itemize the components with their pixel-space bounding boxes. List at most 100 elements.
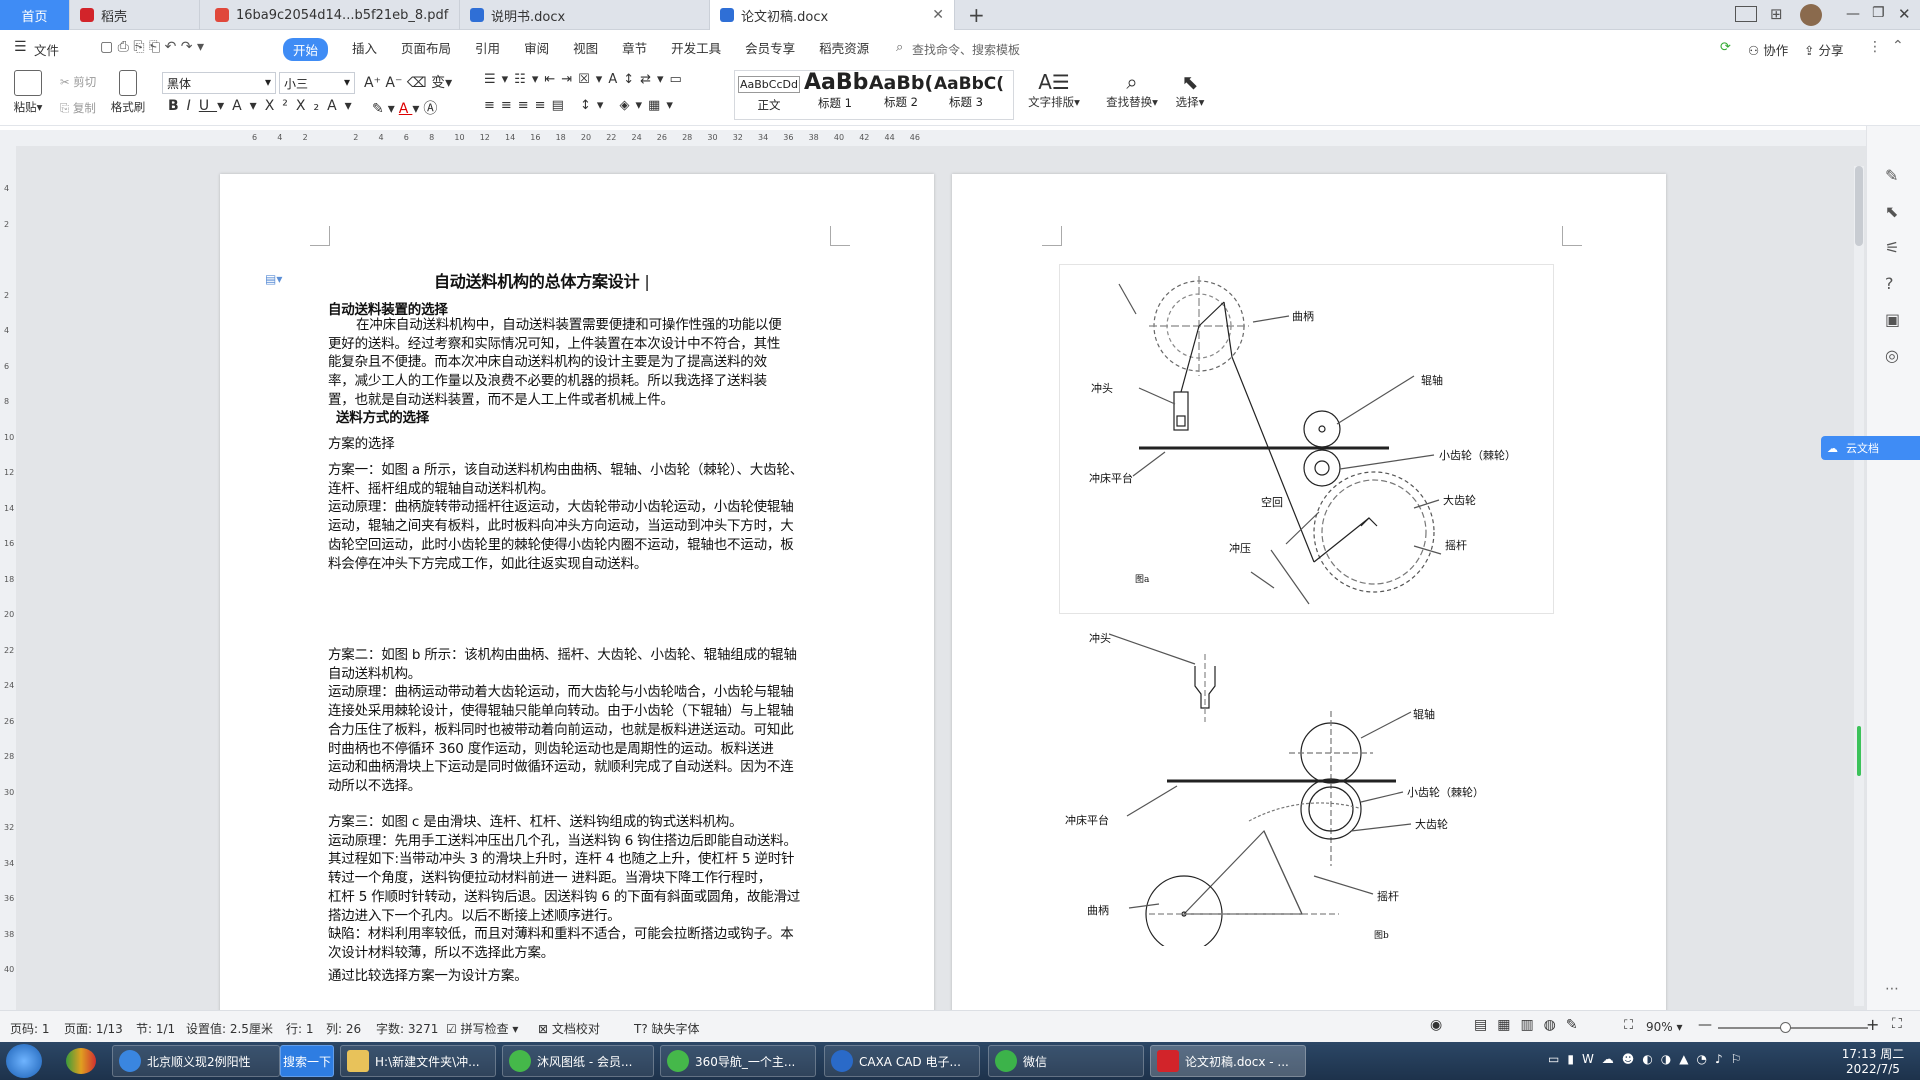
select-button[interactable]: ⬉ 选择▾ [1172, 70, 1208, 110]
grid-apps-icon[interactable]: ⊞ [1770, 5, 1783, 23]
style-h2[interactable]: AaBb( 标题 2 [868, 70, 934, 120]
taskbar-search-button[interactable]: 搜索一下 [280, 1045, 334, 1077]
paragraph-align-icons[interactable]: ≡≡≡≡▤ ↕▾ ◈▾▦▾ [484, 98, 679, 113]
vertical-ruler[interactable]: 4 2 2 4 6 8 10 12 14 16 18 20 22 24 26 28 30 32 34 36 38 40 [0, 146, 16, 1010]
collab-button[interactable]: ⚇ 协作 [1748, 40, 1788, 59]
vertical-scrollbar[interactable] [1854, 166, 1864, 1006]
new-tab-icon[interactable]: + [968, 3, 985, 27]
taskbar-caxa[interactable]: CAXA CAD 电子... [824, 1045, 980, 1077]
taskbar-mufeng[interactable]: 沐风图纸 - 会员... [502, 1045, 654, 1077]
document-workspace[interactable]: ▤▾ 自动送料机构的总体方案设计 | 自动送料装置的选择 在冲床自动送料机构中，自… [16, 146, 1866, 1010]
eye-protect-icon[interactable]: ◉ [1430, 1017, 1442, 1033]
minimize-icon[interactable]: — [1846, 6, 1860, 22]
help-icon[interactable]: ? [1885, 274, 1894, 293]
tab-member[interactable]: 会员专享 [745, 38, 795, 61]
image-icon[interactable]: ▣ [1885, 310, 1900, 329]
tab-daoke-resources[interactable]: 稻壳资源 [819, 38, 869, 61]
zoom-slider[interactable] [1718, 1022, 1868, 1033]
spell-check-button[interactable]: ☑ 拼写检查 ▾ [446, 1020, 518, 1037]
tab-lunwen[interactable]: 论文初稿.docx ✕ [710, 0, 955, 30]
hamburger-icon[interactable]: ☰ [14, 39, 27, 55]
avatar[interactable] [1800, 4, 1822, 26]
system-tray-icons[interactable]: ▭▮W☁☻◐◑▲◔♪⚐ [1548, 1052, 1749, 1066]
taskbar-wechat[interactable]: 微信 [988, 1045, 1144, 1077]
paste-button[interactable]: 粘贴▾ [10, 70, 46, 115]
more-dots-icon[interactable]: ⋯ [1885, 981, 1899, 997]
collapse-ribbon-icon[interactable]: ⌃ [1892, 38, 1904, 54]
doc-note-icon[interactable]: ▤▾ [265, 272, 282, 286]
text-layout-button[interactable]: A☰ 文字排版▾ [1026, 70, 1082, 110]
zoom-select[interactable]: 90% ▾ [1646, 1020, 1683, 1034]
cut-button[interactable]: ✂ 剪切 [60, 74, 96, 90]
start-button[interactable] [6, 1044, 42, 1078]
tab-daoke[interactable]: 稻壳 [70, 0, 200, 30]
style-h3[interactable]: AaBbC( 标题 3 [934, 70, 1004, 120]
page-2[interactable]: 曲柄 冲头 辊轴 小齿轮（棘轮） 冲床平台 大齿轮 空回 冲压 摇杆 图a 冲头… [952, 174, 1666, 1010]
proofread-button[interactable]: ⊠ 文档校对 [538, 1020, 600, 1037]
page-1[interactable]: ▤▾ 自动送料机构的总体方案设计 | 自动送料装置的选择 在冲床自动送料机构中，自… [220, 174, 934, 1010]
highlight-color-icons[interactable]: ✎▾A▾Ⓐ [372, 98, 441, 118]
window-layout-icon[interactable] [1735, 6, 1757, 22]
select-label: 选择 [1175, 95, 1199, 109]
horizontal-ruler[interactable]: 6 4 2 2 4 6 8 10 12 14 16 18 20 22 24 26 28 30 32 34 36 38 40 4… [0, 130, 1866, 146]
command-search-input[interactable]: 查找命令、搜索模板 [912, 41, 1020, 58]
cloud-sync-icon[interactable]: ⟳ [1720, 40, 1731, 55]
tab-chapter[interactable]: 章节 [622, 38, 647, 61]
list-indent-icons[interactable]: ☰▾☷▾⇤⇥☒▾A↕⇄▾▭ [484, 72, 688, 87]
scrollbar-thumb[interactable] [1855, 166, 1863, 246]
share-button[interactable]: ⇪ 分享 [1804, 40, 1843, 59]
text-line: 连接处采用棘轮设计，使得辊轴只能单向转动。由于小齿轮（下辊轴）与上辊轴 [328, 703, 794, 720]
pen-icon[interactable]: ✎ [1885, 166, 1898, 185]
style-name: 正文 [757, 98, 781, 112]
status-page[interactable]: 页面: 1/13 [64, 1020, 123, 1037]
style-h1[interactable]: AaBb 标题 1 [804, 70, 868, 120]
taskbar-wps[interactable]: 论文初稿.docx - ... [1150, 1045, 1306, 1077]
taskbar-browser[interactable]: 北京顺义现2例阳性 [112, 1045, 280, 1077]
tab-page-layout[interactable]: 页面布局 [401, 38, 451, 61]
find-replace-button[interactable]: ⌕ 查找替换▾ [1104, 70, 1160, 110]
sliders-icon[interactable]: ⚟ [1885, 238, 1899, 257]
format-painter-button[interactable]: 格式刷 [108, 70, 148, 115]
close-icon[interactable]: ✕ [932, 7, 944, 23]
view-mode-icons[interactable]: ▤▦▥◍✎ [1474, 1017, 1588, 1033]
label-punch: 冲头 [1089, 631, 1111, 645]
font-name-select[interactable]: 黑体 ▾ [162, 72, 276, 94]
char-format-icons[interactable]: BIU▾A▾X²X₂A▾ [168, 98, 360, 114]
window-close-icon[interactable]: ✕ [1898, 5, 1911, 23]
zoom-in-icon[interactable]: + [1866, 1015, 1879, 1034]
cloud-doc-button[interactable]: ☁ 云文档 [1821, 436, 1920, 460]
missing-font-button[interactable]: T? 缺失字体 [634, 1020, 700, 1037]
tab-developer[interactable]: 开发工具 [671, 38, 721, 61]
copy-button[interactable]: ⎘ 复制 [60, 100, 96, 116]
taskbar-explorer[interactable]: H:\新建文件夹\冲... [340, 1045, 496, 1077]
pdf-icon [215, 8, 229, 22]
text-line: 搭边进入下一个孔内。以后不断接上述顺序进行。 [328, 907, 621, 924]
app-launcher-icon[interactable] [66, 1048, 96, 1074]
menu-file[interactable]: 文件 [34, 40, 59, 59]
tab-references[interactable]: 引用 [475, 38, 500, 61]
status-page-number[interactable]: 页码: 1 [10, 1020, 50, 1037]
quick-toolbar-icons[interactable]: ▢ ⎙ ⎘ ⎗ ↶ ↷ ▾ [100, 39, 204, 55]
zoom-out-icon[interactable]: — [1698, 1017, 1712, 1033]
fit-page-icon[interactable]: ⛶ [1624, 1018, 1633, 1033]
font-grow-shrink-icons[interactable]: A⁺ A⁻ ⌫ 变▾ [364, 72, 452, 92]
fullscreen-icon[interactable]: ⛶ [1892, 1016, 1902, 1032]
tab-label: 首页 [21, 9, 48, 25]
tab-home[interactable]: 首页 [0, 0, 70, 30]
zoom-slider-handle[interactable] [1780, 1022, 1791, 1033]
tab-pdf[interactable]: 16ba9c2054d14...b5f21eb_8.pdf [205, 0, 460, 30]
tab-view[interactable]: 视图 [573, 38, 598, 61]
status-word-count[interactable]: 字数: 3271 [376, 1020, 438, 1037]
font-size-select[interactable]: 小三 ▾ [279, 72, 355, 94]
tab-start[interactable]: 开始 [283, 38, 329, 61]
tab-shuomingshu[interactable]: 说明书.docx [460, 0, 710, 30]
compass-icon[interactable]: ◎ [1885, 346, 1899, 365]
clock[interactable]: 17:13 周二 2022/7/5 [1830, 1045, 1916, 1076]
tab-insert[interactable]: 插入 [352, 38, 377, 61]
tab-review[interactable]: 审阅 [524, 38, 549, 61]
style-normal[interactable]: AaBbCcDd 正文 [738, 70, 800, 120]
taskbar-360nav[interactable]: 360导航_一个主... [660, 1045, 816, 1077]
more-icon[interactable]: ⋮ [1868, 39, 1882, 55]
cursor-icon[interactable]: ⬉ [1885, 202, 1898, 221]
restore-icon[interactable]: ❐ [1872, 5, 1885, 21]
